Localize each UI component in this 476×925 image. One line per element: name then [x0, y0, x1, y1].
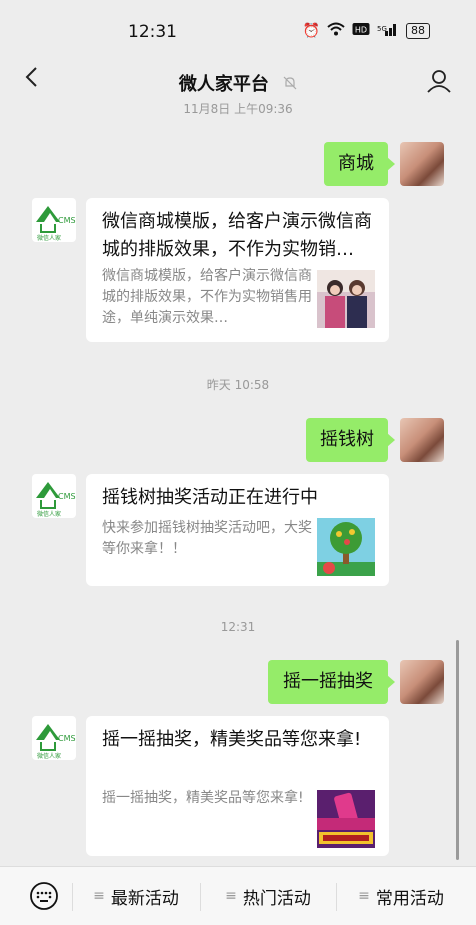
chat-title-area: 微人家平台 — [0, 70, 476, 96]
my-avatar[interactable] — [400, 418, 444, 462]
profile-icon[interactable] — [426, 68, 452, 94]
sent-message[interactable]: 摇钱树 — [306, 418, 395, 462]
svg-text:CMS: CMS — [58, 216, 76, 225]
status-time: 12:31 — [128, 22, 177, 42]
card-title: 微信商城模版，给客户演示微信商城的排版效果，不作为实物销… — [102, 211, 372, 260]
article-card[interactable]: 摇一摇抽奖，精美奖品等您来拿! 摇一摇抽奖，精美奖品等您来拿! — [86, 716, 389, 856]
article-card[interactable]: 微信商城模版，给客户演示微信商城的排版效果，不作为实物销… 微信商城模版，给客户… — [86, 198, 389, 342]
svg-text:5G: 5G — [377, 25, 387, 33]
cms-logo-icon: CMS 微信人家 — [36, 206, 76, 242]
svg-text:微信人家: 微信人家 — [37, 752, 61, 760]
menu-item-latest[interactable]: ≡ 最新活动 — [72, 867, 200, 925]
menu-item-label: 最新活动 — [110, 888, 179, 909]
status-icons: ⏰ HD 5G 88 — [303, 22, 430, 40]
official-account-avatar[interactable]: CMS 微信人家 — [32, 474, 76, 518]
card-description: 快来参加摇钱树抽奖活动吧，大奖等你来拿！！ — [102, 520, 312, 557]
article-card[interactable]: 摇钱树抽奖活动正在进行中 快来参加摇钱树抽奖活动吧，大奖等你来拿！！ — [86, 474, 389, 586]
card-title: 摇钱树抽奖活动正在进行中 — [102, 487, 318, 508]
menu-item-label: 常用活动 — [375, 888, 444, 909]
svg-text:微信人家: 微信人家 — [37, 510, 61, 518]
wifi-icon — [327, 22, 345, 40]
chat-area[interactable]: 11月8日 上午09:36 商城 CMS 微信人家 微信商城模版，给客户演示微信… — [0, 100, 476, 866]
menu-lines-icon: ≡ — [93, 888, 105, 904]
svg-text:CMS: CMS — [58, 734, 76, 743]
sent-message[interactable]: 摇一摇抽奖 — [268, 660, 395, 704]
timestamp: 昨天 10:58 — [206, 378, 270, 392]
cms-logo-icon: CMS 微信人家 — [36, 482, 76, 518]
bottom-menu-bar: ≡ 最新活动 ≡ 热门活动 ≡ 常用活动 — [0, 866, 476, 925]
card-thumbnail — [317, 790, 375, 848]
card-title: 摇一摇抽奖，精美奖品等您来拿! — [102, 729, 362, 750]
my-avatar[interactable] — [400, 660, 444, 704]
official-account-avatar[interactable]: CMS 微信人家 — [32, 198, 76, 242]
alarm-icon: ⏰ — [302, 23, 320, 39]
card-thumbnail — [317, 518, 375, 576]
battery-icon: 88 — [406, 23, 430, 39]
cms-logo-icon: CMS 微信人家 — [36, 724, 76, 760]
scrollbar[interactable] — [456, 640, 459, 860]
my-avatar[interactable] — [400, 142, 444, 186]
status-bar: 12:31 ⏰ HD 5G 88 — [0, 0, 476, 56]
svg-text:HD: HD — [355, 26, 367, 35]
menu-item-common[interactable]: ≡ 常用活动 — [336, 867, 466, 925]
card-thumbnail — [317, 270, 375, 328]
svg-text:微信人家: 微信人家 — [37, 234, 61, 242]
menu-item-label: 热门活动 — [242, 888, 311, 909]
hd-icon: HD — [352, 22, 370, 40]
timestamp: 11月8日 上午09:36 — [183, 102, 293, 116]
chat-title: 微人家平台 — [178, 74, 269, 95]
official-account-avatar[interactable]: CMS 微信人家 — [32, 716, 76, 760]
signal-icon: 5G — [377, 22, 399, 40]
card-description: 摇一摇抽奖，精美奖品等您来拿! — [102, 790, 304, 806]
card-description: 微信商城模版，给客户演示微信商城的排版效果，不作为实物销售用途，单纯演示效果… — [102, 268, 312, 326]
menu-item-popular[interactable]: ≡ 热门活动 — [200, 867, 336, 925]
menu-lines-icon: ≡ — [358, 888, 370, 904]
timestamp: 12:31 — [220, 620, 256, 634]
keyboard-icon[interactable] — [29, 881, 59, 911]
mute-bell-icon — [283, 76, 297, 94]
sent-message[interactable]: 商城 — [324, 142, 395, 186]
svg-text:CMS: CMS — [58, 492, 76, 501]
menu-lines-icon: ≡ — [225, 888, 237, 904]
